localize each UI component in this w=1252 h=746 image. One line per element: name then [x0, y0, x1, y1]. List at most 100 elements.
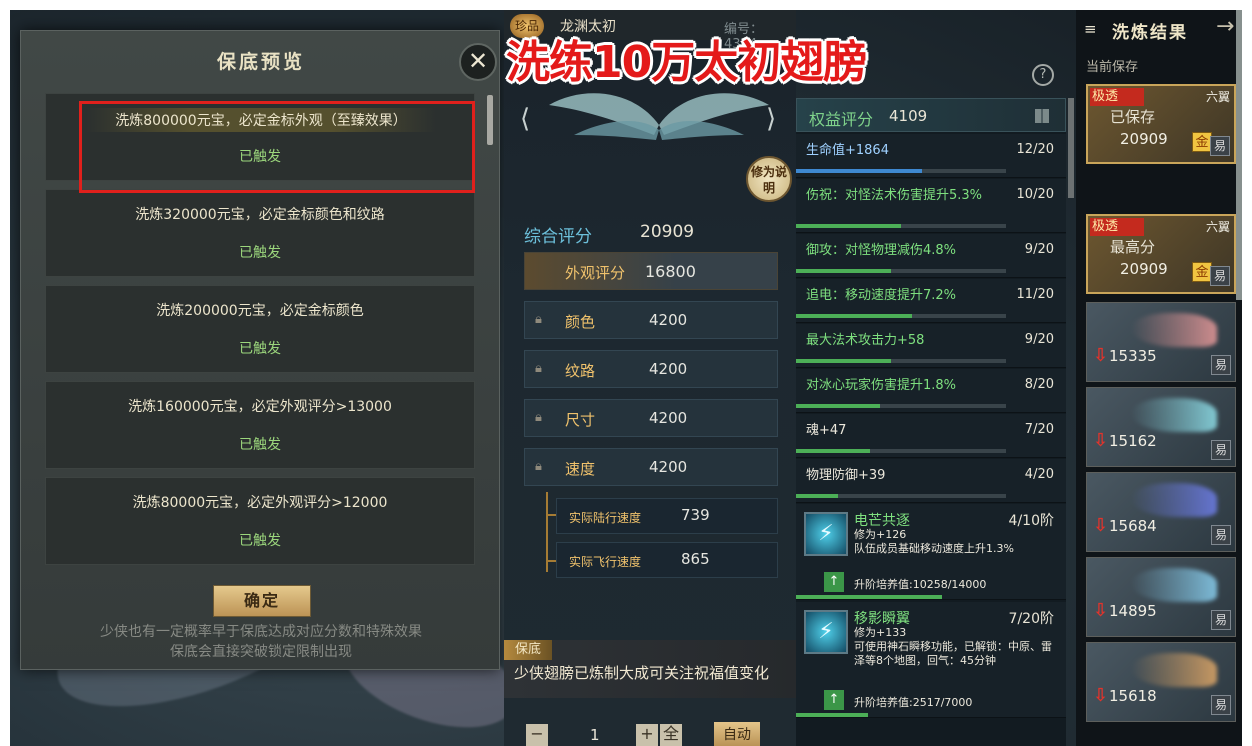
attribute-progress-count: 9/20 [1024, 242, 1054, 257]
progress-bar [796, 494, 838, 498]
history-result-card[interactable]: ⇩ 15335 易 [1086, 302, 1236, 382]
confirm-button[interactable]: 确定 [213, 585, 311, 617]
sub-stat-label: 实际飞行速度 [569, 555, 642, 569]
skill-name: 移影瞬翼 [854, 611, 910, 627]
blessing-banner: 保底 少侠翅膀已炼制大成可关注祝福值变化 [504, 640, 796, 698]
card-score: 20909 [1120, 260, 1168, 278]
tier-condition: 洗炼160000元宝，必定外观评分>13000 [128, 399, 392, 415]
quantity-decrease-button[interactable]: − [526, 724, 548, 746]
history-result-card[interactable]: ⇩ 14895 易 [1086, 557, 1236, 637]
tier-condition: 洗炼320000元宝，必定金标颜色和纹路 [135, 207, 385, 223]
attribute-progress-count: 4/20 [1024, 467, 1054, 482]
total-score-label: 综合评分 [524, 227, 592, 247]
upgrade-arrow-icon[interactable]: ↑ [824, 572, 844, 592]
score-down-icon: ⇩ [1093, 430, 1109, 451]
attribute-row: 伤祝：对怪法术伤害提升5.3% 10/20 [796, 179, 1066, 233]
stat-label: 颜色 [565, 313, 596, 331]
quantity-increase-button[interactable]: + [636, 724, 658, 746]
tier-status: 已触发 [239, 245, 281, 261]
sub-stat-row: 实际飞行速度 865 [556, 542, 778, 578]
attribute-name: 御攻：对怪物理减伤4.8% [806, 243, 957, 258]
hint-text: 少侠也有一定概率早于保底达成对应分数和特殊效果 [100, 624, 422, 640]
attribute-progress-count: 12/20 [1016, 142, 1054, 157]
stat-row[interactable]: 🔒︎ 颜色 4200 [524, 301, 778, 339]
progress-bar [796, 404, 880, 408]
cultivation-info-button[interactable]: 修为说明 [746, 156, 792, 202]
quality-tag: 极透 [1090, 88, 1144, 106]
close-button[interactable]: ✕ [459, 43, 497, 81]
attribute-row: 最大法术攻击力+58 9/20 [796, 324, 1066, 368]
quantity-max-button[interactable]: 全 [660, 724, 682, 746]
upgrade-value: 升阶培养值:2517/7000 [854, 696, 973, 709]
score-down-icon: ⇩ [1093, 515, 1109, 536]
scrollbar[interactable] [1236, 10, 1242, 300]
stat-value: 16800 [645, 262, 696, 281]
sub-stat-row: 实际陆行速度 739 [556, 498, 778, 534]
blessing-text: 少侠翅膀已炼制大成可关注祝福值变化 [514, 664, 770, 682]
guarantee-tier: 洗炼80000元宝，必定外观评分>12000 已触发 [45, 477, 475, 565]
score-down-icon: ⇩ [1093, 345, 1109, 366]
stat-value: 4200 [649, 409, 688, 427]
results-title: 洗炼结果 [1112, 23, 1188, 43]
auto-refine-button[interactable]: 自动 [714, 722, 760, 746]
guarantee-tier: 洗炼160000元宝，必定外观评分>13000 已触发 [45, 381, 475, 469]
saved-result-card[interactable]: 极透 六翼 已保存 20909 金 易 [1086, 84, 1236, 164]
attribute-progress-count: 7/20 [1024, 422, 1054, 437]
history-result-card[interactable]: ⇩ 15618 易 [1086, 642, 1236, 722]
stat-row[interactable]: 🔒︎ 速度 4200 [524, 448, 778, 486]
lock-icon[interactable]: 🔒︎ [535, 361, 547, 376]
wing-thumbnail [1131, 568, 1217, 602]
history-result-card[interactable]: ⇩ 15162 易 [1086, 387, 1236, 467]
best-result-card[interactable]: 极透 六翼 最高分 20909 金 易 [1086, 214, 1236, 294]
list-icon: ≡ [1084, 20, 1097, 38]
stat-label: 外观评分 [565, 264, 626, 282]
easy-badge: 易 [1210, 266, 1230, 286]
grid-icon[interactable] [1035, 109, 1049, 123]
lock-icon[interactable]: 🔒︎ [535, 410, 547, 425]
quantity-value[interactable]: 1 [590, 726, 600, 744]
card-score: 15684 [1109, 517, 1157, 535]
scrollbar[interactable] [1068, 98, 1074, 198]
easy-badge: 易 [1211, 355, 1231, 375]
skill-description: 修为+133 可使用神石瞬移功能，已解锁：中原、雷泽等8个地图，回气：45分钟 [854, 626, 1052, 667]
attribute-name: 生命值+1864 [806, 143, 889, 158]
attribute-row: 物理防御+39 4/20 [796, 459, 1066, 503]
attribute-name: 最大法术攻击力+58 [806, 333, 925, 348]
wing-detail-panel: 珍品 龙渊太初 编号：4374 ⟨ ⟩ 修为说明 综合评分 20909 外观评分… [504, 10, 796, 746]
stat-row[interactable]: 🔒︎ 纹路 4200 [524, 350, 778, 388]
scrollbar[interactable] [487, 95, 493, 145]
wing-skill-row: ⚡ 电芒共逐 4/10阶 修为+126 队伍成员基础移动速度上升1.3% ↑ 升阶培养值:… [796, 504, 1066, 600]
score-down-icon: ⇩ [1093, 685, 1109, 706]
skill-icon[interactable]: ⚡ [804, 610, 848, 654]
stat-value: 4200 [649, 360, 688, 378]
wing-count: 六翼 [1205, 220, 1230, 234]
easy-badge: 易 [1211, 610, 1231, 630]
collapse-arrow-icon[interactable]: → [1216, 14, 1234, 39]
sub-stat-value: 739 [681, 506, 710, 524]
attribute-progress-count: 8/20 [1024, 377, 1054, 392]
prev-arrow-icon[interactable]: ⟨ [520, 104, 530, 134]
skill-icon[interactable]: ⚡ [804, 512, 848, 556]
attribute-row: 生命值+1864 12/20 [796, 134, 1066, 178]
lock-icon[interactable]: 🔒︎ [535, 312, 547, 327]
sub-stat-label: 实际陆行速度 [569, 511, 642, 525]
attribute-row: 对冰心玩家伤害提升1.8% 8/20 [796, 369, 1066, 413]
card-score: 15618 [1109, 687, 1157, 705]
sub-stat-value: 865 [681, 550, 710, 568]
attribute-name: 物理防御+39 [806, 468, 886, 483]
lock-icon[interactable]: 🔒︎ [535, 459, 547, 474]
attribute-name: 追电：移动速度提升7.2% [806, 288, 957, 303]
dialog-title: 保底预览 [216, 51, 305, 73]
card-label: 已保存 [1110, 108, 1156, 126]
upgrade-arrow-icon[interactable]: ↑ [824, 690, 844, 710]
score-down-icon: ⇩ [1093, 600, 1109, 621]
help-icon[interactable]: ? [1032, 64, 1054, 86]
gold-badge: 金 [1192, 132, 1212, 152]
gold-badge: 金 [1192, 262, 1212, 282]
upgrade-value: 升阶培养值:10258/14000 [854, 578, 987, 591]
next-arrow-icon[interactable]: ⟩ [766, 104, 776, 134]
stat-row[interactable]: 🔒︎ 尺寸 4200 [524, 399, 778, 437]
history-result-card[interactable]: ⇩ 15684 易 [1086, 472, 1236, 552]
stat-label: 尺寸 [565, 411, 596, 429]
stat-value: 4200 [649, 311, 688, 329]
